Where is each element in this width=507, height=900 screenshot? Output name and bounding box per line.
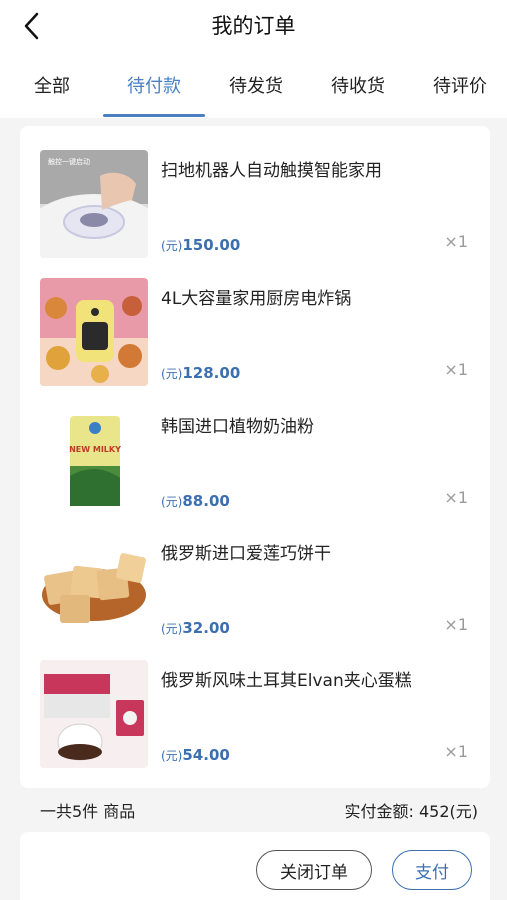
- top-bar: 我的订单 全部 待付款 待发货 待收货 待评价: [0, 0, 507, 118]
- thumb-caption: 触控一键启动: [48, 157, 90, 166]
- product-name: 4L大容量家用厨房电炸锅: [161, 289, 352, 309]
- active-tab-indicator: [103, 114, 205, 117]
- pay-button[interactable]: 支付: [392, 850, 472, 890]
- product-name: 韩国进口植物奶油粉: [161, 417, 314, 437]
- thumb-caption: NEW MILKY: [69, 445, 121, 454]
- tab-label: 待付款: [127, 76, 181, 97]
- order-card: 触控一键启动 扫地机器人自动触摸智能家用 (元)150.00 ×1 4L大容量家…: [20, 126, 490, 788]
- price-unit: (元): [161, 622, 183, 636]
- product-quantity: ×1: [444, 742, 468, 761]
- product-price: (元)54.00: [161, 746, 230, 764]
- price-value: 54.00: [182, 746, 230, 764]
- tab-label: 待评价: [433, 76, 487, 97]
- product-quantity: ×1: [444, 232, 468, 251]
- product-name: 俄罗斯风味土耳其Elvan夹心蛋糕: [161, 671, 412, 691]
- order-item[interactable]: 触控一键启动 扫地机器人自动触摸智能家用 (元)150.00 ×1: [20, 150, 490, 262]
- tab-pending-payment[interactable]: 待付款: [103, 68, 205, 118]
- price-value: 128.00: [182, 364, 241, 382]
- total-amount: 实付金额: 452(元): [344, 802, 478, 821]
- order-tabs: 全部 待付款 待发货 待收货 待评价: [0, 68, 507, 118]
- price-value: 88.00: [182, 492, 230, 510]
- product-image-biscuits: [40, 533, 148, 641]
- tab-label: 待发货: [229, 76, 283, 97]
- tab-pending-receipt[interactable]: 待收货: [322, 68, 394, 118]
- product-image-cream-powder: NEW MILKY: [40, 406, 148, 514]
- tab-label: 全部: [34, 76, 70, 97]
- product-name: 扫地机器人自动触摸智能家用: [161, 161, 382, 181]
- close-order-button[interactable]: 关闭订单: [256, 850, 372, 890]
- product-image-air-fryer: [40, 278, 148, 386]
- product-quantity: ×1: [444, 360, 468, 379]
- price-value: 32.00: [182, 619, 230, 637]
- price-unit: (元): [161, 239, 183, 253]
- order-item[interactable]: 4L大容量家用厨房电炸锅 (元)128.00 ×1: [20, 278, 490, 390]
- product-quantity: ×1: [444, 488, 468, 507]
- price-unit: (元): [161, 749, 183, 763]
- tab-pending-shipment[interactable]: 待发货: [220, 68, 292, 118]
- page-title: 我的订单: [211, 14, 296, 38]
- price-value: 150.00: [182, 236, 241, 254]
- order-item[interactable]: 俄罗斯风味土耳其Elvan夹心蛋糕 (元)54.00 ×1: [20, 660, 490, 772]
- price-unit: (元): [161, 367, 183, 381]
- product-image-cake: [40, 660, 148, 768]
- price-unit: (元): [161, 495, 183, 509]
- product-image-robot-vacuum: 触控一键启动: [40, 150, 148, 258]
- tab-all[interactable]: 全部: [22, 68, 82, 118]
- order-item[interactable]: NEW MILKY 韩国进口植物奶油粉 (元)88.00 ×1: [20, 406, 490, 518]
- item-count: 一共5件 商品: [40, 802, 136, 821]
- product-price: (元)128.00: [161, 364, 240, 382]
- product-price: (元)88.00: [161, 492, 230, 510]
- tab-label: 待收货: [331, 76, 385, 97]
- product-price: (元)150.00: [161, 236, 240, 254]
- product-name: 俄罗斯进口爱莲巧饼干: [161, 544, 331, 564]
- order-item[interactable]: 俄罗斯进口爱莲巧饼干 (元)32.00 ×1: [20, 533, 490, 645]
- product-price: (元)32.00: [161, 619, 230, 637]
- action-bar: 关闭订单 支付: [20, 832, 490, 900]
- tab-pending-review[interactable]: 待评价: [424, 68, 496, 118]
- order-summary: 一共5件 商品 实付金额: 452(元): [20, 794, 490, 826]
- product-quantity: ×1: [444, 615, 468, 634]
